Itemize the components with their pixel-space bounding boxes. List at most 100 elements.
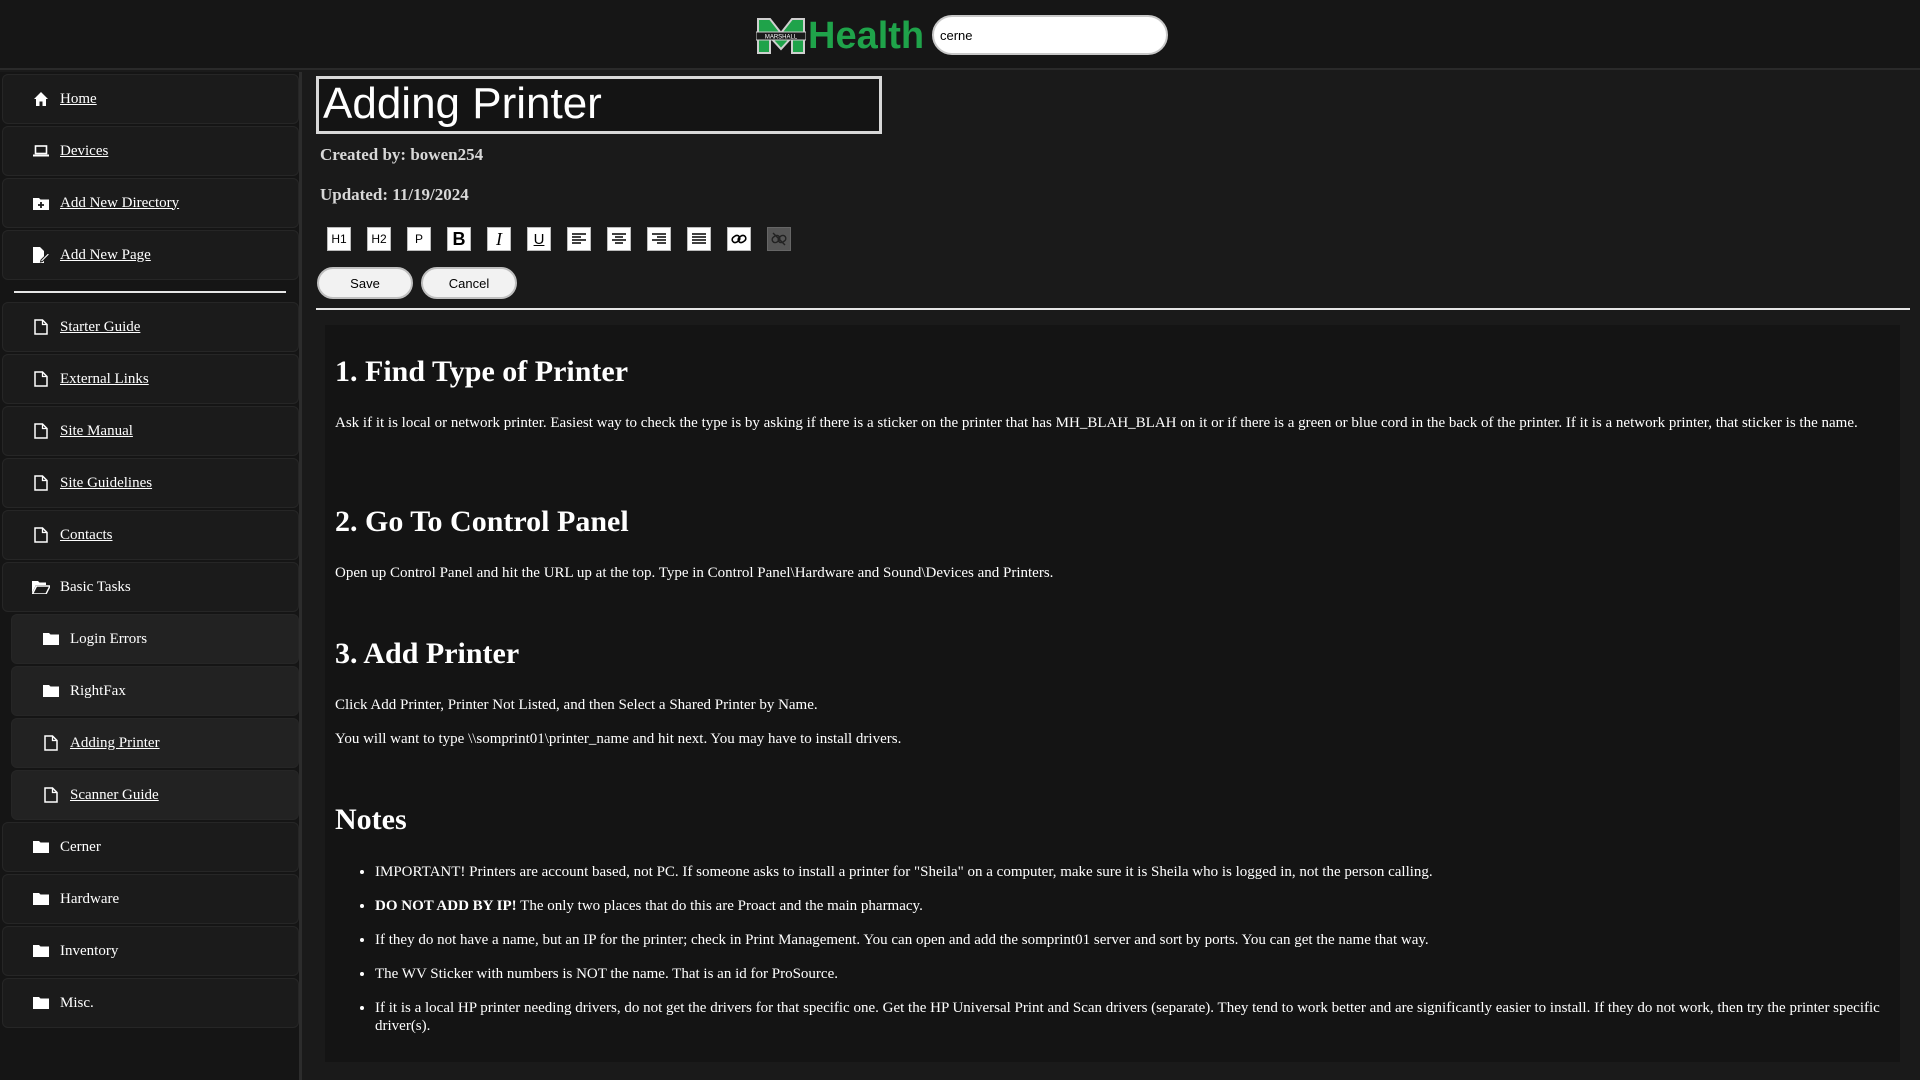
file-icon [32, 370, 50, 388]
file-icon [32, 422, 50, 440]
align-center-button[interactable] [607, 227, 631, 251]
notes-list: IMPORTANT! Printers are account based, n… [375, 863, 1885, 1051]
sidebar-item-misc[interactable]: Misc. [2, 978, 299, 1028]
unlink-icon [771, 232, 787, 246]
sidebar: Home Devices Add New Directory Add New P… [0, 72, 302, 1080]
sidebar-item-scanner-guide[interactable]: Scanner Guide [11, 770, 299, 820]
section-heading: 1. Find Type of Printer [335, 355, 629, 388]
section-paragraph: Click Add Printer, Printer Not Listed, a… [335, 697, 818, 713]
folder-icon [32, 890, 50, 908]
file-icon [32, 318, 50, 336]
sidebar-item-rightfax[interactable]: RightFax [11, 666, 299, 716]
file-icon [32, 474, 50, 492]
sidebar-item-label: Add New Page [60, 246, 151, 263]
file-icon [42, 786, 60, 804]
save-button[interactable]: Save [317, 267, 413, 299]
align-left-icon [572, 233, 586, 244]
underline-button[interactable]: U [527, 227, 551, 251]
sidebar-item-label: Misc. [60, 994, 94, 1011]
italic-button[interactable]: I [487, 227, 511, 251]
sidebar-item-cerner[interactable]: Cerner [2, 822, 299, 872]
sidebar-item-home[interactable]: Home [2, 74, 299, 124]
marshall-logo-icon: MARSHALL [755, 17, 807, 55]
sidebar-item-label: Contacts [60, 526, 113, 543]
section-paragraph: Ask if it is local or network printer. E… [335, 415, 1858, 431]
sidebar-item-label: Basic Tasks [60, 578, 131, 595]
list-item: The WV Sticker with numbers is NOT the n… [375, 965, 1885, 983]
section-paragraph: Open up Control Panel and hit the URL up… [335, 565, 1054, 581]
top-bar: MARSHALL Health [0, 0, 1920, 70]
sidebar-item-label: Home [60, 90, 97, 107]
heading2-button[interactable]: H2 [367, 227, 391, 251]
file-edit-icon [32, 246, 50, 264]
align-center-icon [612, 233, 626, 244]
sidebar-item-external-links[interactable]: External Links [2, 354, 299, 404]
folder-icon [32, 994, 50, 1012]
align-right-icon [652, 233, 666, 244]
heading1-button[interactable]: H1 [327, 227, 351, 251]
folder-plus-icon [32, 194, 50, 212]
sidebar-item-label: Scanner Guide [70, 786, 159, 803]
created-by: Created by: bowen254 [320, 145, 484, 164]
align-left-button[interactable] [567, 227, 591, 251]
justify-icon [692, 233, 706, 244]
logo-text: MARSHALL [765, 35, 798, 41]
unlink-button[interactable] [767, 227, 791, 251]
sidebar-item-add-new-page[interactable]: Add New Page [2, 230, 299, 280]
link-icon [731, 234, 747, 244]
home-icon [32, 90, 50, 108]
sidebar-item-label: Inventory [60, 942, 119, 959]
sidebar-item-label: Site Manual [60, 422, 133, 439]
search-input[interactable] [932, 15, 1168, 55]
list-item: If they do not have a name, but an IP fo… [375, 931, 1885, 949]
cancel-button[interactable]: Cancel [421, 267, 517, 299]
sidebar-item-label: Site Guidelines [60, 474, 153, 491]
sidebar-item-adding-printer[interactable]: Adding Printer [11, 718, 299, 768]
bold-button[interactable]: B [447, 227, 471, 251]
folder-icon [42, 682, 60, 700]
page-content[interactable]: 1. Find Type of Printer Ask if it is loc… [325, 325, 1900, 1062]
sidebar-item-starter-guide[interactable]: Starter Guide [2, 302, 299, 352]
sidebar-item-basic-tasks[interactable]: Basic Tasks [2, 562, 299, 612]
sidebar-item-label: Starter Guide [60, 318, 141, 335]
laptop-icon [32, 142, 50, 160]
list-item: DO NOT ADD BY IP! The only two places th… [375, 897, 1885, 915]
sidebar-item-label: Adding Printer [70, 734, 160, 751]
file-icon [32, 526, 50, 544]
link-button[interactable] [727, 227, 751, 251]
content-divider [316, 308, 1910, 310]
sidebar-item-login-errors[interactable]: Login Errors [11, 614, 299, 664]
list-item: IMPORTANT! Printers are account based, n… [375, 863, 1885, 881]
brand-title: Health [808, 15, 925, 57]
folder-icon [42, 630, 60, 648]
sidebar-item-label: Add New Directory [60, 194, 180, 211]
sidebar-item-add-new-directory[interactable]: Add New Directory [2, 178, 299, 228]
sidebar-item-site-guidelines[interactable]: Site Guidelines [2, 458, 299, 508]
sidebar-item-site-manual[interactable]: Site Manual [2, 406, 299, 456]
align-right-button[interactable] [647, 227, 671, 251]
section-heading: 2. Go To Control Panel [335, 505, 629, 538]
sidebar-item-label: Login Errors [70, 630, 148, 647]
sidebar-item-inventory[interactable]: Inventory [2, 926, 299, 976]
file-icon [42, 734, 60, 752]
updated-date: Updated: 11/19/2024 [320, 185, 469, 204]
sidebar-item-contacts[interactable]: Contacts [2, 510, 299, 560]
sidebar-item-hardware[interactable]: Hardware [2, 874, 299, 924]
section-heading: 3. Add Printer [335, 637, 520, 670]
folder-open-icon [32, 578, 50, 596]
sidebar-divider [14, 291, 286, 293]
sidebar-item-label: Cerner [60, 838, 101, 855]
brand[interactable]: MARSHALL Health [755, 14, 925, 58]
sidebar-item-label: Hardware [60, 890, 120, 907]
sidebar-item-devices[interactable]: Devices [2, 126, 299, 176]
sidebar-item-label: External Links [60, 370, 149, 387]
sidebar-item-label: Devices [60, 142, 109, 159]
justify-button[interactable] [687, 227, 711, 251]
list-item: If it is a local HP printer needing driv… [375, 999, 1885, 1035]
page-title-input[interactable]: Adding Printer [316, 76, 882, 134]
note-text: The only two places that do this are Pro… [520, 898, 923, 914]
sidebar-item-label: RightFax [70, 682, 126, 699]
paragraph-button[interactable]: P [407, 227, 431, 251]
section-heading: Notes [335, 803, 407, 836]
section-paragraph: You will want to type \\somprint01\print… [335, 731, 902, 747]
